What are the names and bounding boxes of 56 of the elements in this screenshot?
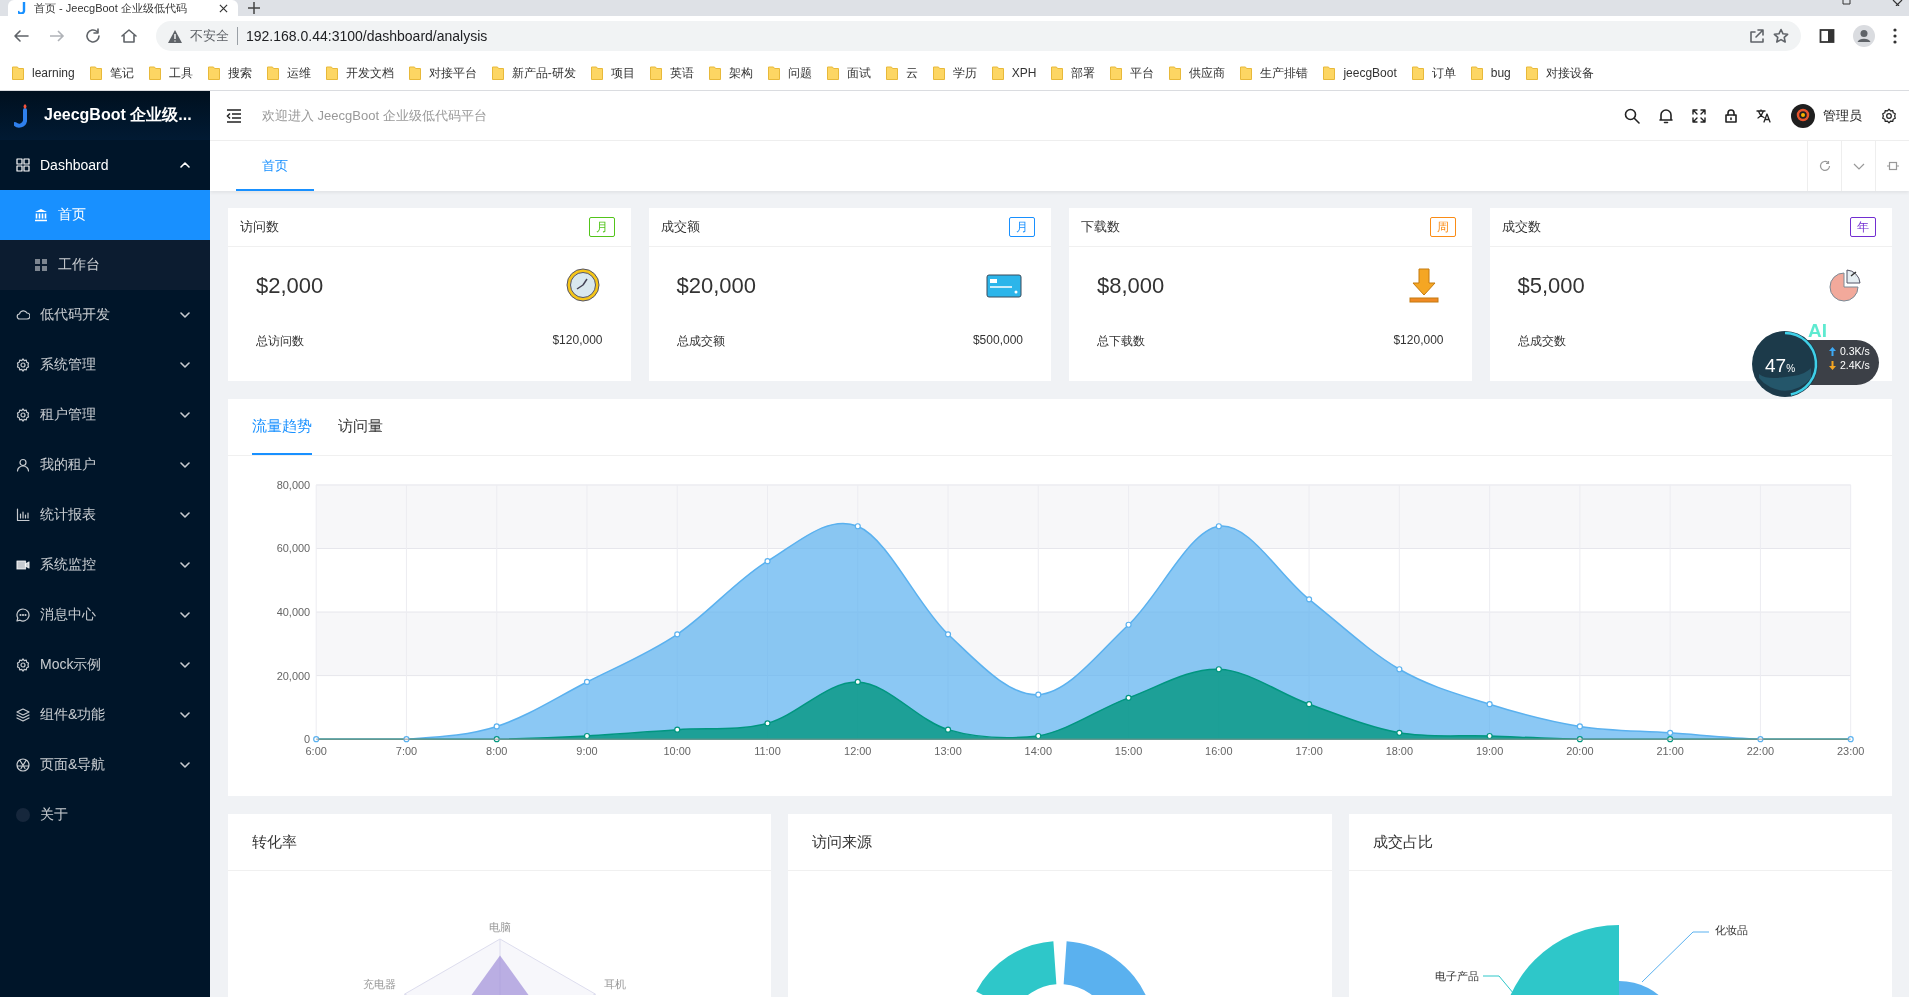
axis-label: 11:00 [754, 745, 781, 758]
axis-label: 8:00 [486, 745, 508, 758]
card-footer-value: $120,000 [1393, 333, 1444, 349]
card-title: 成交数 [1501, 218, 1541, 236]
card-title: 下载数 [1081, 218, 1120, 236]
card-title: 成交额 [660, 218, 700, 236]
axis-label: 21:00 [1656, 745, 1684, 758]
axis-label: 80,000 [276, 478, 311, 491]
axis-label: 22:00 [1746, 745, 1775, 758]
axis-label: 20:00 [1566, 745, 1594, 758]
upload-speed: 0.3K/s [1840, 345, 1870, 357]
axis-label: 18:00 [1385, 745, 1414, 758]
card-title: 访问数 [240, 218, 279, 236]
card-value: $5,000 [1517, 273, 1585, 299]
axis-label: 17:00 [1295, 745, 1323, 758]
axis-label: 6:00 [305, 745, 327, 758]
download-speed: 2.4K/s [1840, 359, 1870, 371]
card-title: 转化率 [252, 832, 297, 852]
logo-text: JeecgBoot 企业级... [44, 105, 192, 125]
axis-label: 13:00 [934, 745, 962, 758]
card-footer-label: 总下载数 [1097, 333, 1145, 350]
welcome-text: 欢迎进入 JeecgBoot 企业级低代码平台 [262, 106, 488, 125]
axis-label: 9:00 [576, 745, 598, 758]
card-value: $8,000 [1097, 273, 1165, 299]
card-footer-value: $120,000 [552, 333, 603, 349]
card-footer-value: $500,000 [972, 333, 1023, 349]
card-footer-label: 总成交额 [676, 333, 725, 350]
axis-label: 12:00 [844, 745, 872, 758]
period-tag: 月 [1009, 217, 1035, 237]
period-tag: 年 [1850, 217, 1876, 237]
axis-label: 20,000 [276, 669, 311, 682]
card-title: 成交占比 [1372, 832, 1433, 852]
chart-label: 电子产品 [1434, 970, 1479, 982]
axis-label: 16:00 [1205, 745, 1233, 758]
card-title: 访问来源 [812, 832, 873, 852]
card-footer-label: 总成交数 [1517, 333, 1566, 350]
usage-percent: 47% [1765, 354, 1796, 378]
card-value: $2,000 [256, 273, 324, 299]
ai-label: AI [1808, 320, 1827, 342]
axis-label: 15:00 [1114, 745, 1143, 758]
axis-label: 19:00 [1475, 745, 1504, 758]
chart-label: 化妆品 [1714, 924, 1748, 936]
axis-label: 10:00 [663, 745, 691, 758]
axis-label: 0 [304, 733, 311, 746]
axis-label: 14:00 [1024, 745, 1052, 758]
chart-label: 充电器 [363, 978, 397, 990]
chart-label: 耳机 [603, 978, 626, 990]
card-footer-label: 总访问数 [256, 333, 304, 350]
axis-label: 23:00 [1836, 745, 1865, 758]
chart-label: 电脑 [489, 921, 511, 933]
period-tag: 周 [1429, 217, 1456, 237]
axis-label: 7:00 [395, 745, 418, 758]
card-value: $20,000 [676, 273, 757, 299]
axis-label: 60,000 [276, 542, 311, 555]
period-tag: 月 [588, 217, 615, 237]
axis-label: 40,000 [276, 606, 311, 619]
